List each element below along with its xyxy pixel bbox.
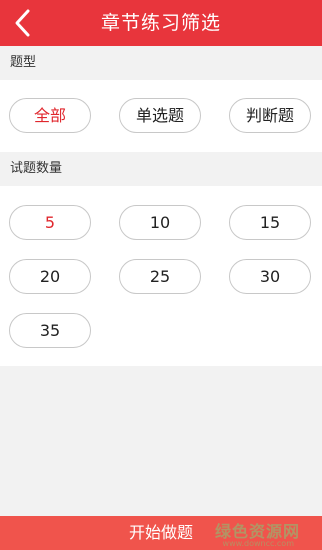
count-option-10[interactable]: 10: [119, 205, 201, 240]
type-option-true-false[interactable]: 判断题: [229, 98, 311, 133]
type-option-single-choice[interactable]: 单选题: [119, 98, 201, 133]
question-count-header: 试题数量: [0, 152, 322, 186]
type-option-all[interactable]: 全部: [9, 98, 91, 133]
count-option-30[interactable]: 30: [229, 259, 311, 294]
count-option-35[interactable]: 35: [9, 313, 91, 348]
title-bar: 章节练习筛选: [0, 0, 322, 46]
page-title: 章节练习筛选: [100, 12, 221, 34]
count-option-5[interactable]: 5: [9, 205, 91, 240]
question-count-panel: 5 10 15 20 25 30 35: [0, 186, 322, 366]
count-option-25[interactable]: 25: [119, 259, 201, 294]
count-option-20[interactable]: 20: [9, 259, 91, 294]
count-option-15[interactable]: 15: [229, 205, 311, 240]
question-type-panel: 全部 单选题 判断题: [0, 80, 322, 152]
question-type-header: 题型: [0, 46, 322, 80]
start-practice-button[interactable]: 开始做题: [0, 516, 322, 550]
chapter-filter-screen: 章节练习筛选 题型 全部 单选题 判断题 试题数量 5 10 15 20 25 …: [0, 0, 322, 550]
